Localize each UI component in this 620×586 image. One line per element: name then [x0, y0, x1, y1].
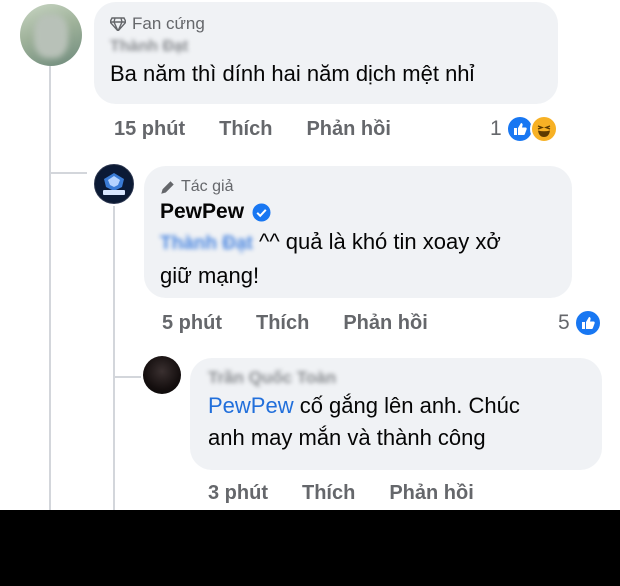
- comment-text: PewPew cố gắng lên anh. Chúc anh may mắn…: [208, 393, 520, 450]
- badge-author: Tác giả: [160, 178, 556, 196]
- reaction-count: 1: [490, 117, 502, 140]
- badge-label: Tác giả: [181, 178, 234, 195]
- like-icon: [573, 309, 602, 337]
- avatar[interactable]: [143, 356, 181, 394]
- comment-bubble: Fan cứng Thành Đạt Ba năm thì dính hai n…: [94, 2, 558, 104]
- comment-bubble: Trần Quốc Toàn PewPew cố gắng lên anh. C…: [190, 358, 602, 470]
- commenter-name[interactable]: Thành Đạt: [110, 38, 542, 56]
- reaction-summary[interactable]: 1: [490, 115, 558, 143]
- like-button[interactable]: Thích: [219, 118, 272, 141]
- comment-actions: 3 phút Thích Phản hồi: [208, 482, 474, 505]
- comment-actions: 5 phút Thích Phản hồi: [162, 312, 428, 335]
- comment-text: Ba năm thì dính hai năm dịch mệt nhỉ: [110, 61, 475, 86]
- like-button[interactable]: Thích: [302, 482, 355, 505]
- diamond-icon: [110, 17, 126, 31]
- reaction-count: 5: [558, 311, 570, 334]
- thread-line-branch-2: [113, 376, 141, 378]
- reply-button[interactable]: Phản hồi: [389, 482, 473, 505]
- haha-icon: [529, 115, 558, 143]
- mention-link[interactable]: Thành Đạt: [160, 228, 253, 260]
- avatar-blur: [34, 14, 68, 58]
- timestamp[interactable]: 15 phút: [114, 118, 185, 141]
- black-footer-bar: [0, 510, 620, 586]
- verified-icon: [252, 203, 271, 222]
- reply-button[interactable]: Phản hồi: [343, 312, 427, 335]
- reaction-summary[interactable]: 5: [558, 309, 602, 337]
- reply-button[interactable]: Phản hồi: [306, 118, 390, 141]
- timestamp[interactable]: 5 phút: [162, 312, 222, 335]
- thread-line-main: [49, 66, 51, 510]
- commenter-name[interactable]: Trần Quốc Toàn: [208, 368, 584, 388]
- avatar[interactable]: [20, 4, 82, 66]
- author-reply-bubble: Tác giả PewPew Thành Đạt ^^ quả là khó t…: [144, 166, 572, 298]
- thread-line-sub: [113, 206, 115, 510]
- mention-link[interactable]: PewPew: [208, 393, 294, 418]
- comment-actions: 15 phút Thích Phản hồi: [114, 118, 391, 141]
- author-name[interactable]: PewPew: [160, 200, 556, 224]
- pewpew-logo: [96, 166, 132, 202]
- badge-label: Fan cứng: [132, 14, 205, 33]
- pencil-icon: [160, 180, 175, 195]
- like-button[interactable]: Thích: [256, 312, 309, 335]
- author-avatar[interactable]: [94, 164, 134, 204]
- thread-line-branch-1: [49, 172, 87, 174]
- badge-fan: Fan cứng: [110, 14, 542, 34]
- timestamp[interactable]: 3 phút: [208, 482, 268, 505]
- comment-text: Thành Đạt ^^ quả là khó tin xoay xở giữ …: [160, 228, 501, 288]
